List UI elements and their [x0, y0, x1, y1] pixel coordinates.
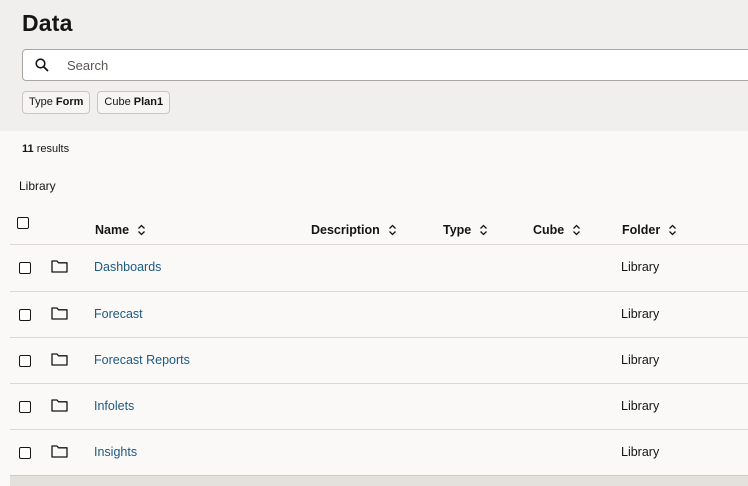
column-label: Type	[443, 223, 472, 237]
column-header-cube[interactable]: Cube	[533, 223, 581, 237]
table-row[interactable]: Forecast Library	[10, 291, 748, 337]
filter-chip-value: Form	[55, 96, 84, 108]
row-checkbox[interactable]	[19, 447, 31, 459]
folder-icon	[51, 353, 68, 366]
filter-chips: Type Form Cube Plan1	[22, 91, 171, 114]
results-label: results	[36, 143, 70, 155]
page-title: Data	[22, 10, 73, 36]
folder-icon	[51, 445, 68, 458]
horizontal-scrollbar[interactable]	[10, 475, 748, 486]
section-title: Library	[19, 179, 56, 193]
filter-chip-value: Plan1	[133, 96, 164, 108]
filter-chip-key: Type	[29, 96, 53, 108]
row-name-link[interactable]: Infolets	[94, 399, 134, 413]
table-row[interactable]: Forecast Reports Library	[10, 337, 748, 383]
column-header-name[interactable]: Name	[95, 223, 146, 237]
row-folder: Library	[621, 445, 660, 459]
row-checkbox[interactable]	[19, 309, 31, 321]
row-folder: Library	[621, 307, 660, 321]
row-folder: Library	[621, 399, 660, 413]
row-name-link[interactable]: Forecast	[94, 307, 143, 321]
table-row[interactable]: Insights Library	[10, 429, 748, 475]
search-input[interactable]	[67, 50, 667, 80]
sort-icon[interactable]	[137, 224, 146, 236]
row-checkbox[interactable]	[19, 262, 31, 274]
filter-chip-key: Cube	[104, 96, 131, 108]
results-count: 11 results	[22, 143, 69, 155]
sort-icon[interactable]	[388, 224, 397, 236]
search-icon	[35, 58, 49, 72]
column-header-description[interactable]: Description	[311, 223, 397, 237]
folder-icon	[51, 399, 68, 412]
sort-icon[interactable]	[668, 224, 677, 236]
table-row[interactable]: Infolets Library	[10, 383, 748, 429]
table-row[interactable]: Dashboards Library	[10, 244, 748, 290]
row-checkbox[interactable]	[19, 401, 31, 413]
row-folder: Library	[621, 260, 660, 274]
sort-icon[interactable]	[479, 224, 488, 236]
row-name-link[interactable]: Dashboards	[94, 260, 161, 274]
results-number: 11	[22, 143, 34, 155]
column-label: Description	[311, 223, 380, 237]
row-name-link[interactable]: Forecast Reports	[94, 353, 190, 367]
filter-chip-cube[interactable]: Cube Plan1	[97, 91, 171, 114]
column-label: Cube	[533, 223, 565, 237]
row-name-link[interactable]: Insights	[94, 445, 137, 459]
folder-icon	[51, 307, 68, 320]
page-header: Data Type Form Cube Plan1	[0, 0, 748, 131]
column-label: Folder	[622, 223, 661, 237]
select-all-checkbox[interactable]	[17, 217, 29, 229]
column-header-type[interactable]: Type	[443, 223, 488, 237]
row-folder: Library	[621, 353, 660, 367]
sort-icon[interactable]	[572, 224, 581, 236]
search-box[interactable]	[22, 49, 748, 81]
folder-icon	[51, 260, 68, 273]
column-header-folder[interactable]: Folder	[622, 223, 677, 237]
results-panel: 11 results Library Name Description Type…	[0, 131, 748, 486]
filter-chip-type[interactable]: Type Form	[22, 91, 91, 114]
column-label: Name	[95, 223, 130, 237]
row-checkbox[interactable]	[19, 355, 31, 367]
